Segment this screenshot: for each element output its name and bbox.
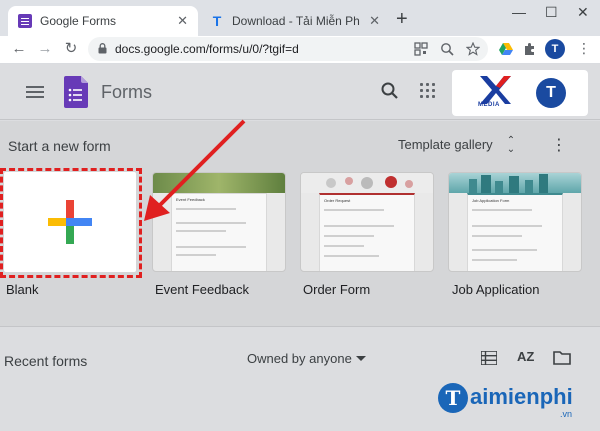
template-label: Job Application xyxy=(452,282,540,297)
template-heading: Order Request xyxy=(324,198,351,203)
google-forms-favicon xyxy=(18,14,32,28)
section-title: Recent forms xyxy=(4,353,88,369)
template-label: Event Feedback xyxy=(155,282,249,297)
close-tab-icon[interactable]: ✕ xyxy=(177,14,188,27)
dropdown-caret-icon[interactable] xyxy=(356,356,366,361)
template-preview: Order Request xyxy=(319,193,415,271)
tab-google-forms[interactable]: Google Forms ✕ xyxy=(8,6,198,36)
watermark-text: aimienphi xyxy=(470,384,573,409)
taimienphi-watermark: T aimienphi .vn xyxy=(438,381,598,425)
template-label: Blank xyxy=(6,282,39,297)
template-header-image xyxy=(301,173,433,193)
folder-icon[interactable] xyxy=(553,350,571,365)
section-title: Start a new form xyxy=(8,138,111,154)
search-icon[interactable] xyxy=(380,81,400,101)
account-brand-area: MEDIA T xyxy=(452,70,588,116)
template-preview: Job Application Form xyxy=(467,193,563,271)
browser-menu-icon[interactable]: ⋮ xyxy=(577,40,591,57)
list-view-icon[interactable] xyxy=(481,351,497,365)
hamburger-menu-icon[interactable] xyxy=(26,86,44,98)
bookmark-star-icon[interactable] xyxy=(466,42,480,56)
job-application-card[interactable]: Job Application Form xyxy=(448,172,582,272)
account-avatar[interactable]: T xyxy=(536,78,566,108)
qr-code-icon[interactable] xyxy=(414,42,428,56)
tab-taimienphi[interactable]: T Download - Tải Miễn Phí VN - Ph ✕ xyxy=(200,6,390,36)
maximize-icon[interactable]: ☐ xyxy=(545,4,558,21)
tab-title: Download - Tải Miễn Phí VN - Ph xyxy=(232,14,360,28)
back-icon[interactable]: ← xyxy=(8,38,30,60)
address-bar[interactable]: docs.google.com/forms/u/0/?tgif=d xyxy=(88,37,488,61)
extensions-puzzle-icon[interactable] xyxy=(522,41,538,57)
browser-profile-avatar[interactable]: T xyxy=(545,39,565,59)
watermark-suffix: .vn xyxy=(560,409,573,419)
app-title: Forms xyxy=(101,82,152,102)
blank-card-highlight xyxy=(0,168,142,278)
annotation-arrow xyxy=(144,119,246,221)
google-forms-logo xyxy=(64,76,88,108)
google-apps-icon[interactable] xyxy=(418,81,438,101)
forward-icon[interactable]: → xyxy=(34,38,56,60)
expand-collapse-icon[interactable]: ⌃ ⌄ xyxy=(506,136,516,155)
minimize-icon[interactable]: — xyxy=(512,4,526,20)
tab-strip: Google Forms ✕ T Download - Tải Miễn Phí… xyxy=(0,0,600,36)
template-label: Order Form xyxy=(303,282,371,297)
brand-text: MEDIA xyxy=(478,102,500,108)
template-heading: Job Application Form xyxy=(472,198,510,203)
new-tab-button[interactable]: + xyxy=(396,9,408,29)
template-header-image xyxy=(449,173,581,193)
order-form-card[interactable]: Order Request xyxy=(300,172,434,272)
reload-icon[interactable]: ↻ xyxy=(60,38,82,60)
tab-title: Google Forms xyxy=(40,14,117,28)
close-window-icon[interactable]: ✕ xyxy=(577,4,589,21)
owner-filter-dropdown[interactable]: Owned by anyone xyxy=(247,351,352,366)
url-text: docs.google.com/forms/u/0/?tgif=d xyxy=(115,42,299,56)
template-gallery-button[interactable]: Template gallery xyxy=(398,137,493,152)
zoom-icon[interactable] xyxy=(440,42,454,56)
sort-az-icon[interactable]: AZ xyxy=(517,349,534,364)
taimienphi-favicon: T xyxy=(212,13,222,29)
close-tab-icon[interactable]: ✕ xyxy=(369,14,380,27)
recent-forms-section: Recent forms Owned by anyone AZ T aimien… xyxy=(0,326,600,431)
lock-icon xyxy=(98,43,107,54)
start-new-form-section: Start a new form Template gallery ⌃ ⌄ ⋮ B… xyxy=(0,119,600,326)
forms-header: Forms MEDIA T xyxy=(0,64,600,120)
browser-toolbar: ← → ↻ docs.google.com/forms/u/0/?tgif=d … xyxy=(0,36,600,64)
google-drive-icon[interactable] xyxy=(498,41,514,57)
more-options-icon[interactable]: ⋮ xyxy=(551,135,567,155)
watermark-logo: T xyxy=(438,383,468,413)
